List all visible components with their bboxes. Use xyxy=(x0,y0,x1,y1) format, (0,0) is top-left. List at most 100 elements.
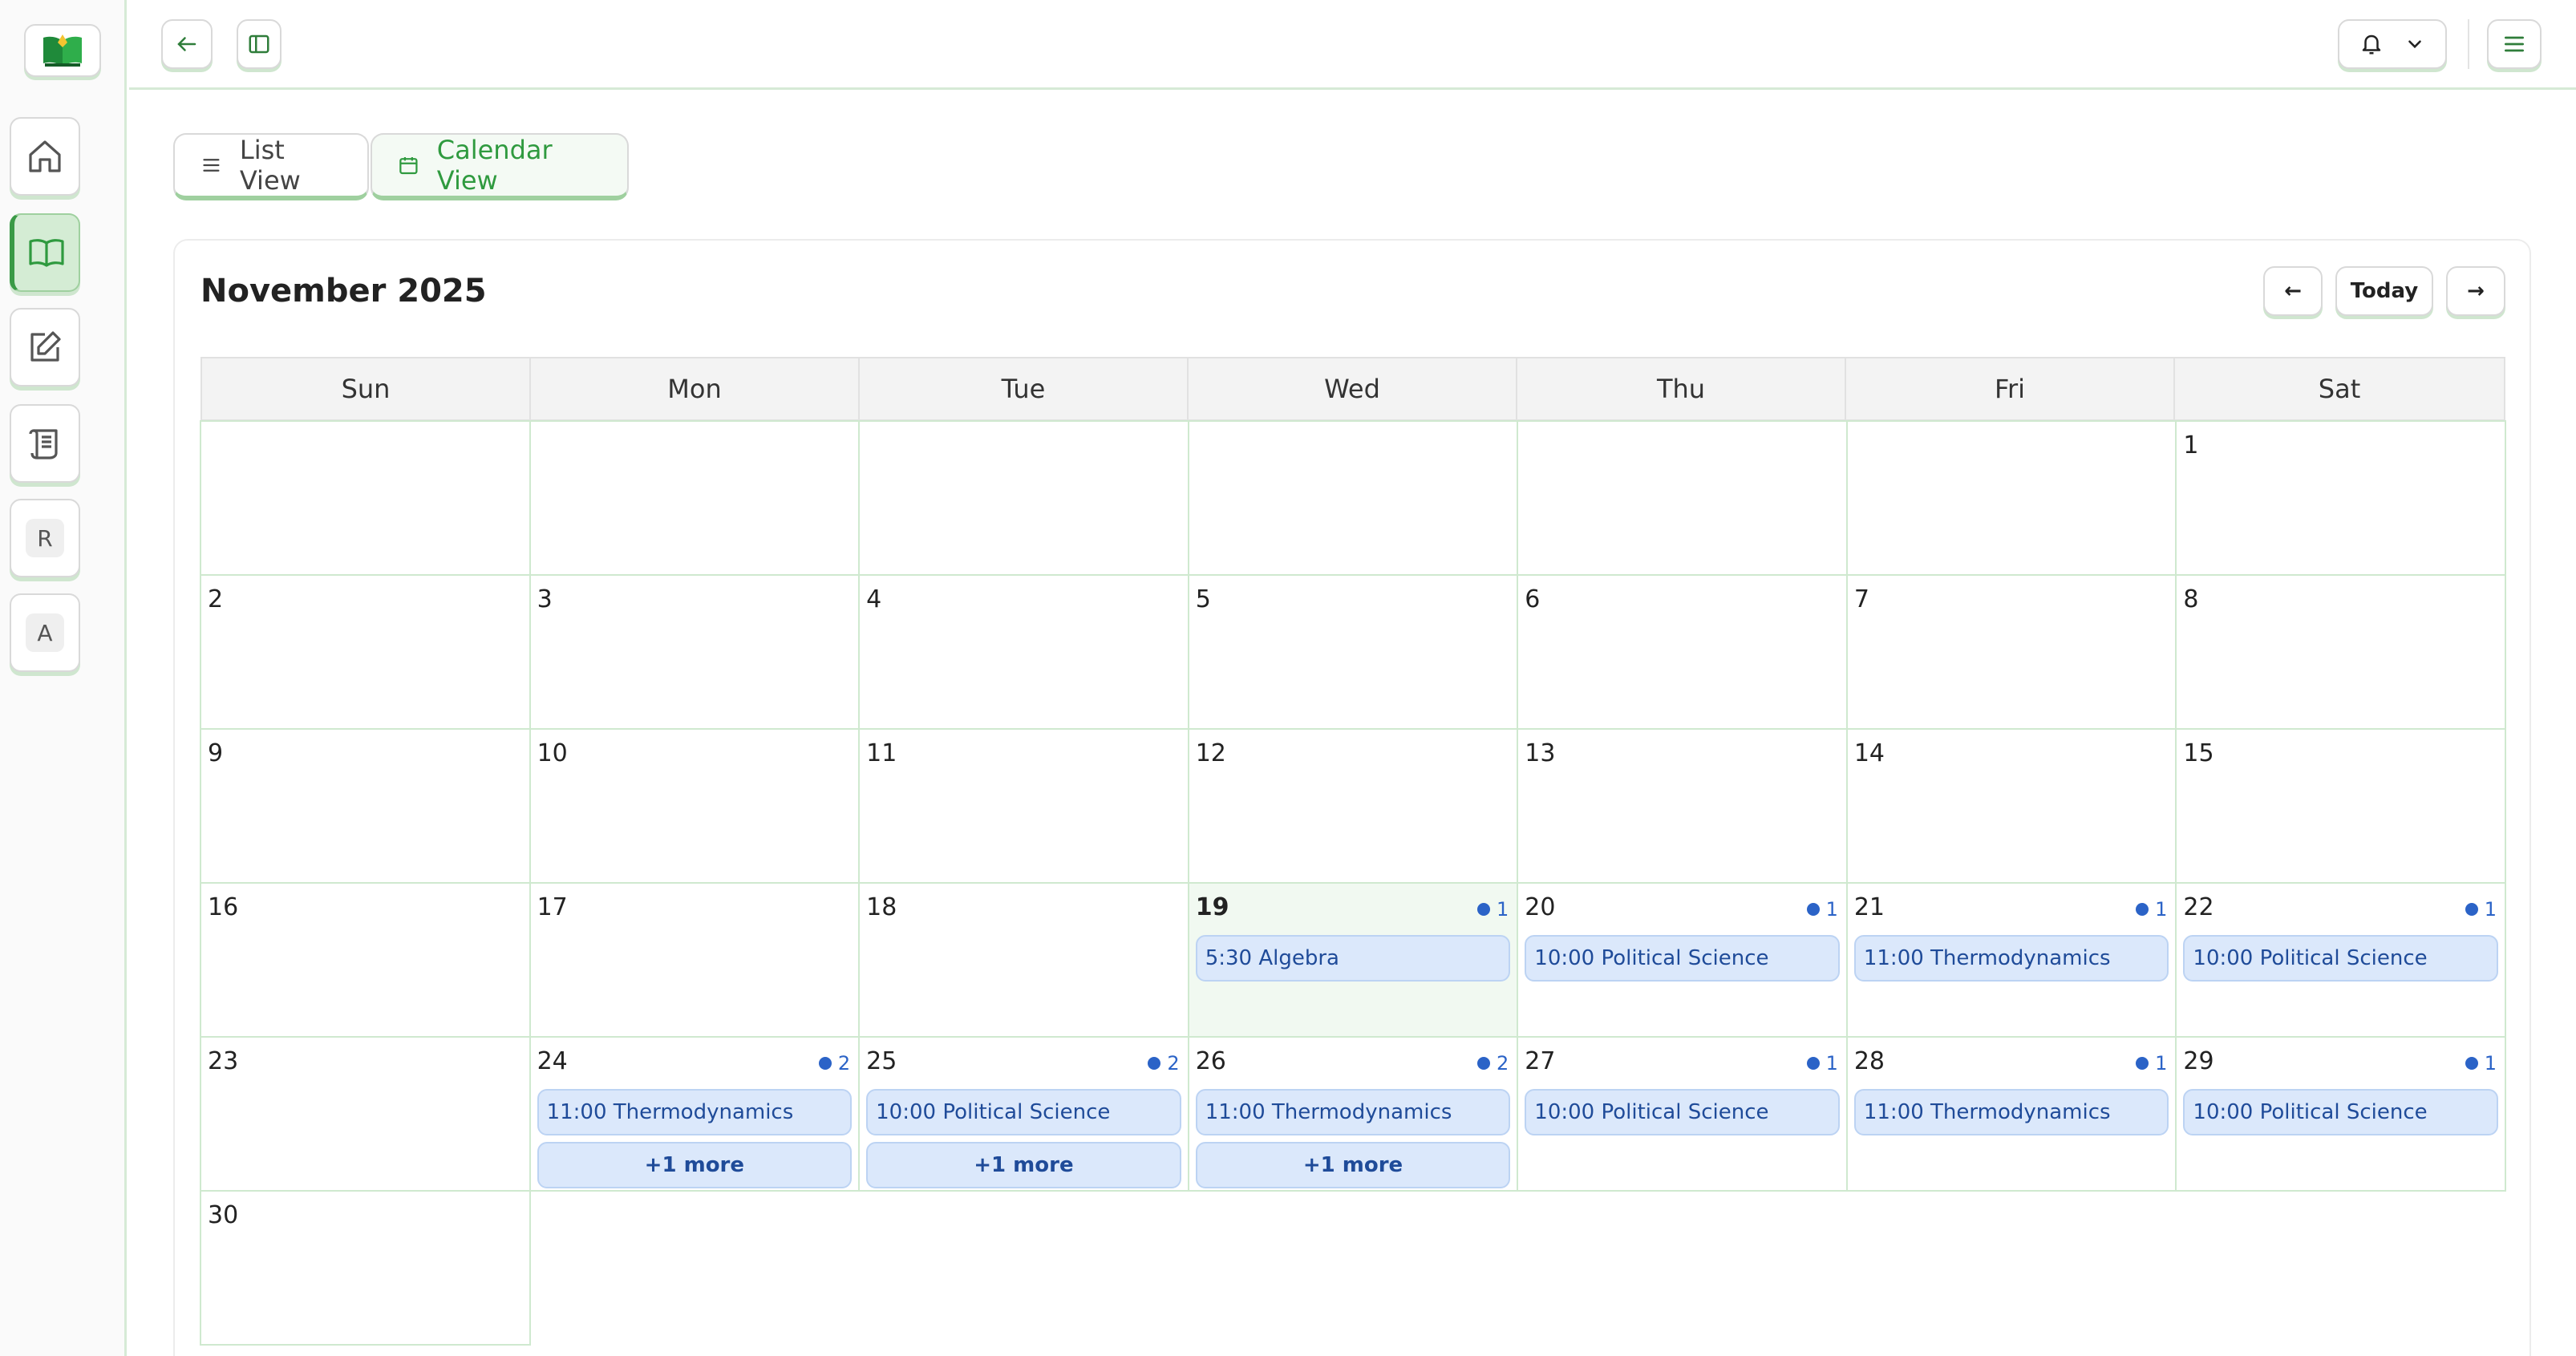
event-count-badge: 2 xyxy=(1148,1052,1180,1075)
day-cell[interactable]: 24 2 11:00 Thermodynamics +1 more xyxy=(529,1036,861,1192)
menu-button[interactable] xyxy=(2487,19,2542,69)
event-count: 2 xyxy=(1167,1052,1180,1075)
day-cell[interactable]: 10 xyxy=(529,728,861,884)
weekday-label: Fri xyxy=(1846,358,2175,419)
day-number: 4 xyxy=(866,585,882,613)
event-count-badge: 2 xyxy=(1477,1052,1509,1075)
event-count: 1 xyxy=(1497,898,1509,921)
day-cell[interactable]: 25 2 10:00 Political Science +1 more xyxy=(858,1036,1189,1192)
day-cell[interactable]: 1 xyxy=(2175,420,2506,576)
day-cell[interactable]: 15 xyxy=(2175,728,2506,884)
day-number: 7 xyxy=(1853,585,1869,613)
sidebar-item-home[interactable] xyxy=(10,117,80,196)
sidebar-item-scroll[interactable] xyxy=(10,404,80,483)
day-number: 16 xyxy=(208,893,239,921)
event-chip[interactable]: 11:00 Thermodynamics xyxy=(1853,1089,2169,1135)
day-cell[interactable]: 19 1 5:30 Algebra xyxy=(1187,882,1519,1038)
event-dot-icon xyxy=(1148,1057,1161,1070)
event-chip[interactable]: 10:00 Political Science xyxy=(2183,1089,2498,1135)
day-cell[interactable]: 6 xyxy=(1517,574,1848,730)
day-number: 22 xyxy=(2183,893,2214,921)
notifications-button[interactable] xyxy=(2338,19,2447,69)
app-root: R A List View Calendar View November 202… xyxy=(0,0,2576,1356)
sidebar-item-edit[interactable] xyxy=(10,308,80,387)
day-number: 24 xyxy=(537,1047,568,1075)
day-number: 17 xyxy=(537,893,568,921)
weekday-label: Sun xyxy=(202,358,531,419)
tab-list-view-label: List View xyxy=(239,135,301,196)
day-number: 28 xyxy=(1853,1047,1885,1075)
event-chip[interactable]: 11:00 Thermodynamics xyxy=(1853,935,2169,982)
day-cell-blank xyxy=(529,420,861,576)
day-cell[interactable]: 22 1 10:00 Political Science xyxy=(2175,882,2506,1038)
event-count-badge: 1 xyxy=(2465,1052,2497,1075)
tab-calendar-view[interactable]: Calendar View xyxy=(371,133,629,200)
sidebar-item-a[interactable]: A xyxy=(10,593,80,672)
event-chip[interactable]: 5:30 Algebra xyxy=(1195,935,1511,982)
day-number: 10 xyxy=(537,739,568,767)
today-button[interactable]: Today xyxy=(2335,266,2433,316)
day-cell[interactable]: 13 xyxy=(1517,728,1848,884)
sidebar-item-r-label: R xyxy=(26,519,64,557)
day-cell[interactable]: 20 1 10:00 Political Science xyxy=(1517,882,1848,1038)
day-cell-blank xyxy=(858,420,1189,576)
day-cell[interactable]: 7 xyxy=(1845,574,2177,730)
day-cell[interactable]: 28 1 11:00 Thermodynamics xyxy=(1845,1036,2177,1192)
day-cell[interactable]: 27 1 10:00 Political Science xyxy=(1517,1036,1848,1192)
event-count: 1 xyxy=(2155,1052,2168,1075)
tab-list-view[interactable]: List View xyxy=(173,133,369,200)
day-cell[interactable]: 23 xyxy=(200,1036,531,1192)
prev-month-button[interactable]: ← xyxy=(2263,266,2323,316)
sidebar-item-r[interactable]: R xyxy=(10,499,80,577)
day-number: 18 xyxy=(866,893,897,921)
event-chip[interactable]: 10:00 Political Science xyxy=(1525,1089,1840,1135)
weekday-header: Sun Mon Tue Wed Thu Fri Sat xyxy=(200,357,2505,421)
event-dot-icon xyxy=(1806,1057,1820,1070)
event-chip[interactable]: 10:00 Political Science xyxy=(866,1089,1181,1135)
event-count-badge: 1 xyxy=(2465,898,2497,921)
sidebar-item-courses[interactable] xyxy=(10,213,80,292)
tab-calendar-view-label: Calendar View xyxy=(436,135,553,196)
event-chip[interactable]: 10:00 Political Science xyxy=(1525,935,1840,982)
day-cell[interactable]: 11 xyxy=(858,728,1189,884)
day-cell[interactable]: 14 xyxy=(1845,728,2177,884)
day-number: 23 xyxy=(208,1047,239,1075)
day-cell[interactable]: 9 xyxy=(200,728,531,884)
day-cell[interactable]: 16 xyxy=(200,882,531,1038)
toggle-sidebar-button[interactable] xyxy=(237,19,281,69)
day-cell[interactable]: 21 1 11:00 Thermodynamics xyxy=(1845,882,2177,1038)
back-button[interactable] xyxy=(161,19,213,69)
day-number: 15 xyxy=(2183,739,2214,767)
more-events-button[interactable]: +1 more xyxy=(537,1142,853,1188)
more-events-button[interactable]: +1 more xyxy=(866,1142,1181,1188)
next-month-button[interactable]: → xyxy=(2446,266,2505,316)
event-chip[interactable]: 10:00 Political Science xyxy=(2183,935,2498,982)
day-cell[interactable]: 17 xyxy=(529,882,861,1038)
calendar-icon xyxy=(399,156,418,175)
day-cell[interactable]: 30 xyxy=(200,1190,531,1346)
day-cell[interactable]: 5 xyxy=(1187,574,1519,730)
event-chip[interactable]: 11:00 Thermodynamics xyxy=(537,1089,853,1135)
day-cell[interactable]: 18 xyxy=(858,882,1189,1038)
day-cell[interactable]: 8 xyxy=(2175,574,2506,730)
day-cell[interactable]: 29 1 10:00 Political Science xyxy=(2175,1036,2506,1192)
day-cell[interactable]: 4 xyxy=(858,574,1189,730)
weekday-label: Mon xyxy=(531,358,860,419)
event-chip[interactable]: 11:00 Thermodynamics xyxy=(1195,1089,1511,1135)
event-count-badge: 2 xyxy=(818,1052,850,1075)
more-events-button[interactable]: +1 more xyxy=(1195,1142,1511,1188)
day-cell[interactable]: 3 xyxy=(529,574,861,730)
event-dot-icon xyxy=(1477,903,1490,916)
event-count-badge: 1 xyxy=(2136,1052,2167,1075)
day-number: 11 xyxy=(866,739,897,767)
app-logo[interactable] xyxy=(24,24,101,77)
sidebar-item-a-label: A xyxy=(26,613,64,652)
day-cell[interactable]: 12 xyxy=(1187,728,1519,884)
day-number: 9 xyxy=(208,739,224,767)
weekday-label: Thu xyxy=(1517,358,1846,419)
day-cell[interactable]: 26 2 11:00 Thermodynamics +1 more xyxy=(1187,1036,1519,1192)
event-count: 1 xyxy=(1825,898,1838,921)
topbar-divider xyxy=(2468,19,2469,69)
day-cell[interactable]: 2 xyxy=(200,574,531,730)
event-dot-icon xyxy=(2465,903,2478,916)
